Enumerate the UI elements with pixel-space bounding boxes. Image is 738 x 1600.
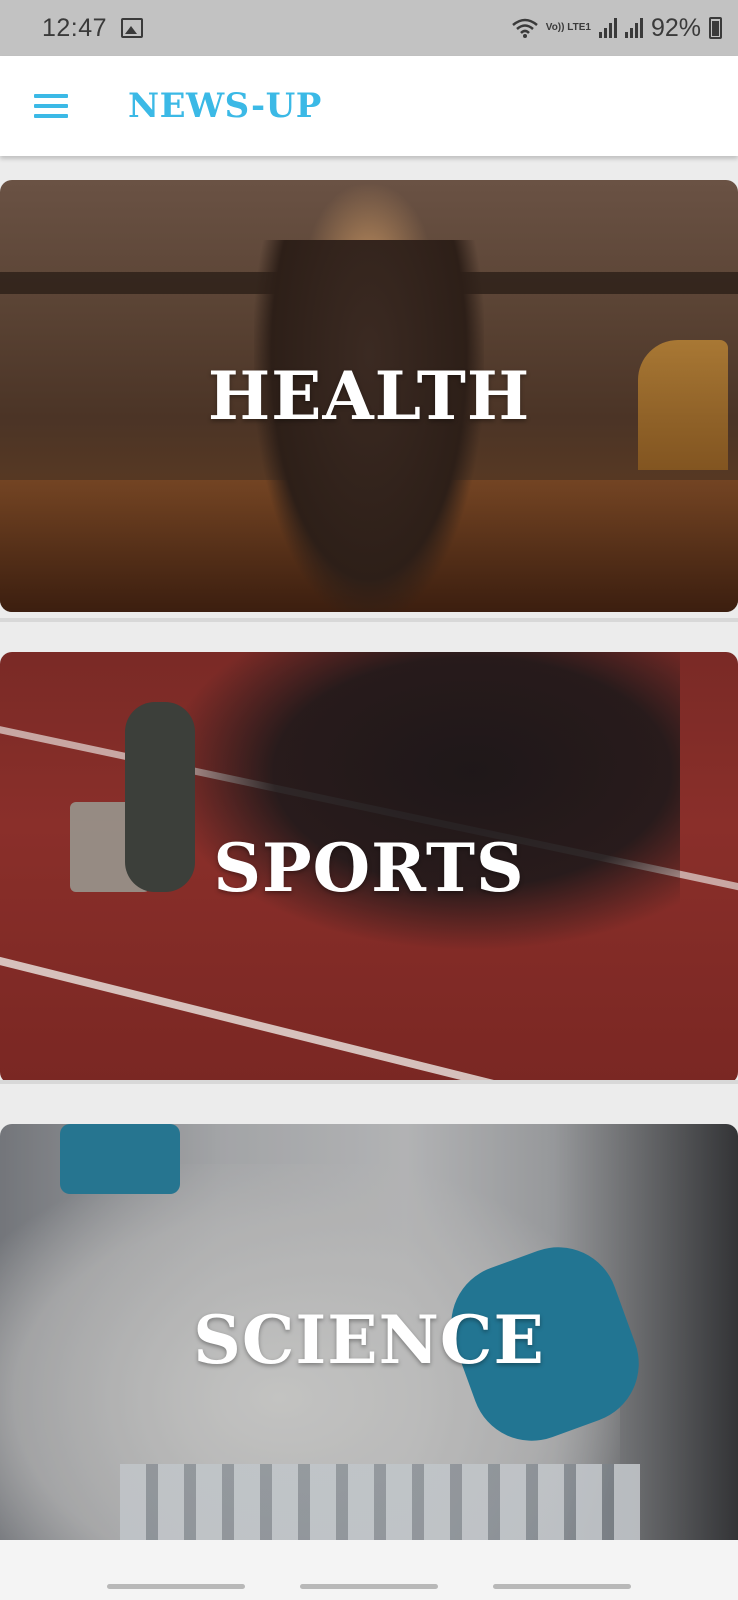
- divider: [0, 618, 738, 622]
- image-icon: [121, 18, 144, 38]
- battery-charging-icon: [709, 17, 722, 39]
- status-time: 12:47: [42, 13, 108, 42]
- status-icons: Vo)) LTE1 92%: [511, 13, 722, 43]
- wifi-icon: [511, 18, 538, 38]
- divider: [0, 1080, 738, 1084]
- battery-percentage: 92%: [650, 13, 701, 42]
- category-card-health[interactable]: HEALTH: [0, 180, 738, 612]
- category-card-sports[interactable]: SPORTS: [0, 652, 738, 1084]
- category-label: SCIENCE: [193, 1301, 545, 1379]
- app-bar: NEWS-UP: [0, 56, 738, 156]
- category-label: SPORTS: [213, 829, 525, 907]
- category-card-science[interactable]: SCIENCE: [0, 1124, 738, 1556]
- signal-icon: [624, 18, 643, 38]
- home-button[interactable]: [300, 1584, 438, 1589]
- category-label: HEALTH: [207, 357, 531, 435]
- system-nav-bar: [0, 1540, 738, 1600]
- signal-icon: [598, 18, 617, 38]
- status-bar: 12:47 Vo)) LTE1 92%: [0, 0, 738, 56]
- network-type-label: Vo)) LTE1: [545, 22, 591, 33]
- back-button[interactable]: [493, 1584, 631, 1589]
- recent-apps-button[interactable]: [107, 1584, 245, 1589]
- app-title: NEWS-UP: [128, 86, 322, 126]
- hamburger-menu-icon[interactable]: [34, 94, 68, 118]
